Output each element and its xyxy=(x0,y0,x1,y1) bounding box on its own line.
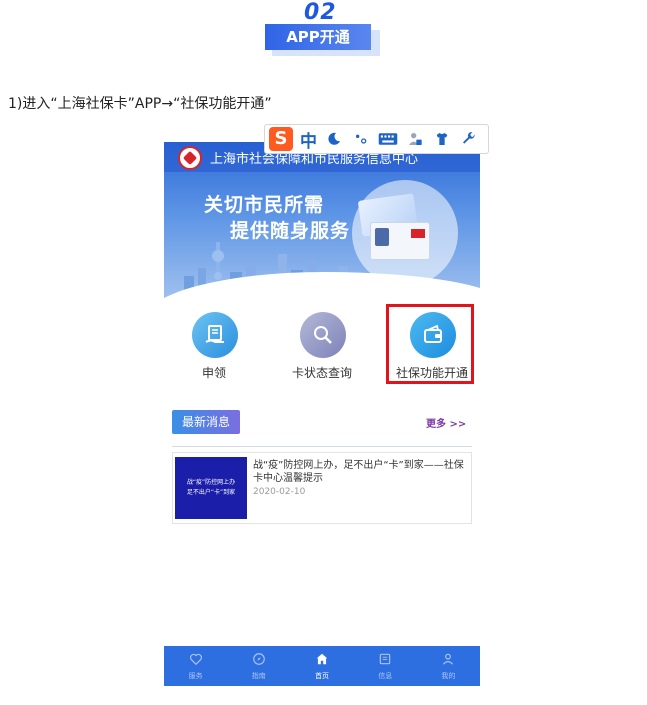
latest-news-tab[interactable]: 最新消息 xyxy=(172,410,240,434)
section-number: 02 xyxy=(304,0,337,25)
news-divider xyxy=(172,446,472,447)
nav-item-home[interactable]: 首页 xyxy=(290,646,353,686)
news-thumbnail: 战“疫”防控网上办 足不出户“卡”到家 xyxy=(175,457,247,519)
section-title: APP开通 xyxy=(265,24,371,50)
nav-item-mine[interactable]: 我的 xyxy=(417,646,480,686)
apply-label: 申领 xyxy=(201,366,226,380)
nav-label: 服务 xyxy=(188,672,203,680)
sogou-logo-icon[interactable]: S xyxy=(269,127,293,151)
nav-label: 我的 xyxy=(441,672,456,680)
apply-button[interactable]: 申领 xyxy=(164,312,264,386)
card-status-query-label: 卡状态查询 xyxy=(291,366,352,380)
nav-label: 指南 xyxy=(251,672,266,680)
banner-slogan-2: 提供随身服务 xyxy=(230,220,351,242)
wrench-icon[interactable] xyxy=(459,129,479,149)
shirt-icon[interactable] xyxy=(432,129,452,149)
ime-toolbar: S 中 xyxy=(264,124,489,154)
nav-item-info[interactable]: 信息 xyxy=(354,646,417,686)
punctuation-icon[interactable] xyxy=(351,129,371,149)
home-icon xyxy=(314,651,330,667)
nav-item-service[interactable]: 服务 xyxy=(164,646,227,686)
news-title: 战“疫”防控网上办，足不出户“卡”到家——社保卡中心温馨提示 xyxy=(253,460,464,484)
app-logo-icon xyxy=(178,146,202,170)
instruction-text: 1)进入“上海社保卡”APP→“社保功能开通” xyxy=(8,96,272,112)
highlight-box xyxy=(386,304,474,384)
banner: 上海市社会保障和市民服务信息中心 关切市民所需 提供随身服务 xyxy=(164,142,480,310)
compass-icon xyxy=(251,651,267,667)
nav-label: 信息 xyxy=(378,672,393,680)
chinese-mode-toggle[interactable]: 中 xyxy=(300,127,317,152)
news-date: 2020-02-10 xyxy=(253,487,306,497)
thumb-line-1: 战“疫”防控网上办 xyxy=(186,479,236,486)
nav-label: 首页 xyxy=(315,672,329,680)
nav-item-guide[interactable]: 指南 xyxy=(227,646,290,686)
thumb-line-2: 足不出户“卡”到家 xyxy=(186,489,236,496)
search-icon xyxy=(300,312,346,358)
more-link[interactable]: 更多 >> xyxy=(426,415,466,430)
keyboard-icon[interactable] xyxy=(378,129,398,149)
heart-icon xyxy=(188,651,204,667)
user-skin-icon[interactable] xyxy=(405,129,425,149)
bottom-nav: 服务 指南 首页 信息 我的 xyxy=(164,646,480,686)
phone-screen: 上海市社会保障和市民服务信息中心 关切市民所需 提供随身服务 申领 卡状态查询 … xyxy=(164,142,480,686)
moon-icon[interactable] xyxy=(324,129,344,149)
user-icon xyxy=(440,651,456,667)
news-icon xyxy=(377,651,393,667)
card-status-query-button[interactable]: 卡状态查询 xyxy=(272,312,372,386)
id-card-image xyxy=(370,222,430,260)
banner-slogan-1: 关切市民所需 xyxy=(204,194,325,216)
document-hand-icon xyxy=(192,312,238,358)
news-list-item[interactable]: 战“疫”防控网上办 足不出户“卡”到家 战“疫”防控网上办，足不出户“卡”到家—… xyxy=(172,452,472,524)
